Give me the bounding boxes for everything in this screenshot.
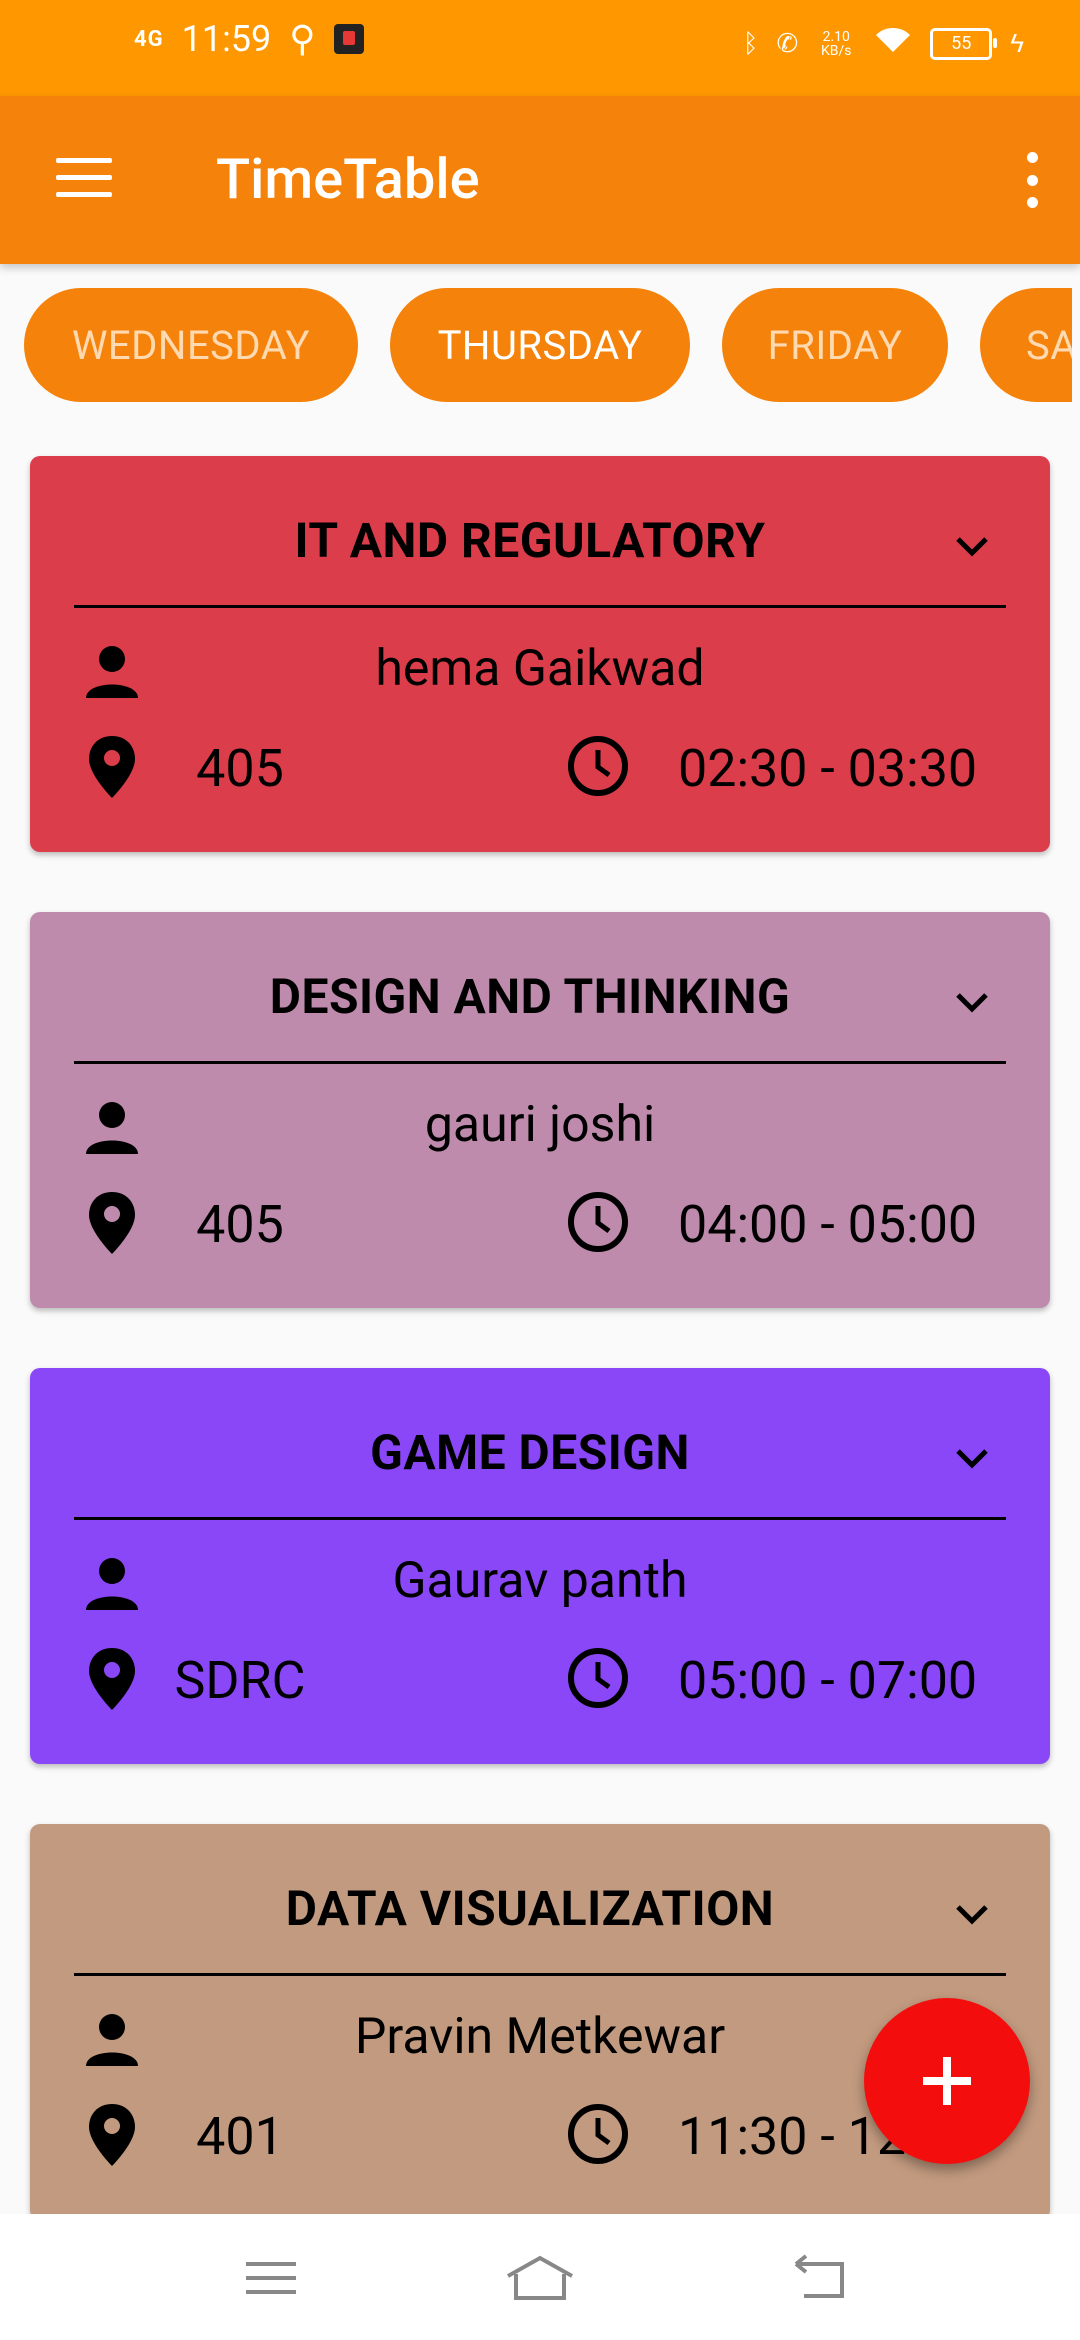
room-number: SDRC — [174, 1650, 306, 1711]
chevron-down-icon[interactable] — [954, 1446, 990, 1470]
wifi-icon — [874, 26, 912, 61]
app-bar: TimeTable — [0, 96, 1080, 264]
lecture-card[interactable]: IT AND REGULATORY hema Gaikwad 405 02:30… — [30, 456, 1050, 852]
status-time: 11:59 — [181, 18, 272, 60]
location-pin-icon — [89, 2104, 135, 2166]
divider — [74, 605, 1006, 608]
app-title: TimeTable — [216, 146, 480, 212]
room-number: 401 — [196, 2106, 284, 2167]
battery-level: 55 — [951, 33, 972, 54]
back-icon — [794, 2254, 844, 2298]
location-pin-icon — [89, 1192, 135, 1254]
battery-icon: 55 — [930, 27, 998, 60]
lecture-time: 04:00 - 05:00 — [678, 1194, 978, 1255]
usb-icon: ⚲ — [289, 18, 316, 60]
network-speed: 2.10 KB/s — [820, 28, 852, 59]
room-number: 405 — [196, 738, 284, 799]
clock-icon — [568, 2104, 628, 2164]
teacher-name: Gaurav panth — [392, 1552, 688, 1610]
home-icon — [507, 2255, 573, 2300]
divider — [74, 1061, 1006, 1064]
tab-saturday[interactable]: SA — [980, 288, 1072, 402]
recents-nav-button[interactable] — [236, 2248, 308, 2308]
teacher-name: gauri joshi — [424, 1096, 656, 1154]
system-nav-bar — [0, 2214, 1080, 2340]
chevron-down-icon[interactable] — [954, 534, 990, 558]
divider — [74, 1973, 1006, 1976]
tab-friday[interactable]: FRIDAY — [722, 288, 948, 402]
teacher-name: hema Gaikwad — [375, 640, 705, 698]
location-pin-icon — [89, 1648, 135, 1710]
lecture-time: 02:30 - 03:30 — [678, 738, 978, 799]
more-vert-icon[interactable] — [1012, 152, 1052, 208]
home-nav-button[interactable] — [504, 2248, 576, 2308]
call-icon: ✆ — [776, 28, 799, 59]
room-number: 405 — [196, 1194, 284, 1255]
app-notification-icon — [333, 24, 364, 54]
add-lecture-button[interactable] — [864, 1998, 1030, 2164]
subject-title: DESIGN AND THINKING — [269, 968, 791, 1025]
tab-wednesday[interactable]: WEDNESDAY — [24, 288, 358, 402]
lecture-time: 05:00 - 07:00 — [678, 1650, 978, 1711]
charging-icon: ϟ — [1010, 29, 1024, 59]
lecture-card[interactable]: DESIGN AND THINKING gauri joshi 405 04:0… — [30, 912, 1050, 1308]
chevron-down-icon[interactable] — [954, 1902, 990, 1926]
chevron-down-icon[interactable] — [954, 990, 990, 1014]
location-pin-icon — [89, 736, 135, 798]
clock-icon — [568, 1192, 628, 1252]
subject-title: GAME DESIGN — [370, 1424, 690, 1481]
subject-title: DATA VISUALIZATION — [285, 1880, 775, 1937]
menu-icon[interactable] — [56, 158, 112, 198]
status-bar: 4G 11:59 ⚲ ᛒ ✆ 2.10 KB/s 55 ϟ — [0, 0, 1080, 96]
clock-icon — [568, 736, 628, 796]
signal-indicator: 4G — [134, 26, 164, 52]
clock-icon — [568, 1648, 628, 1708]
back-nav-button[interactable] — [784, 2248, 856, 2308]
divider — [74, 1517, 1006, 1520]
tab-thursday[interactable]: THURSDAY — [390, 288, 690, 402]
subject-title: IT AND REGULATORY — [294, 512, 766, 569]
lecture-card[interactable]: GAME DESIGN Gaurav panth SDRC 05:00 - 07… — [30, 1368, 1050, 1764]
bluetooth-icon: ᛒ — [742, 28, 759, 59]
plus-icon — [923, 2057, 971, 2105]
recents-icon — [246, 2262, 296, 2294]
day-tabs: WEDNESDAY THURSDAY FRIDAY SA — [0, 288, 1072, 404]
